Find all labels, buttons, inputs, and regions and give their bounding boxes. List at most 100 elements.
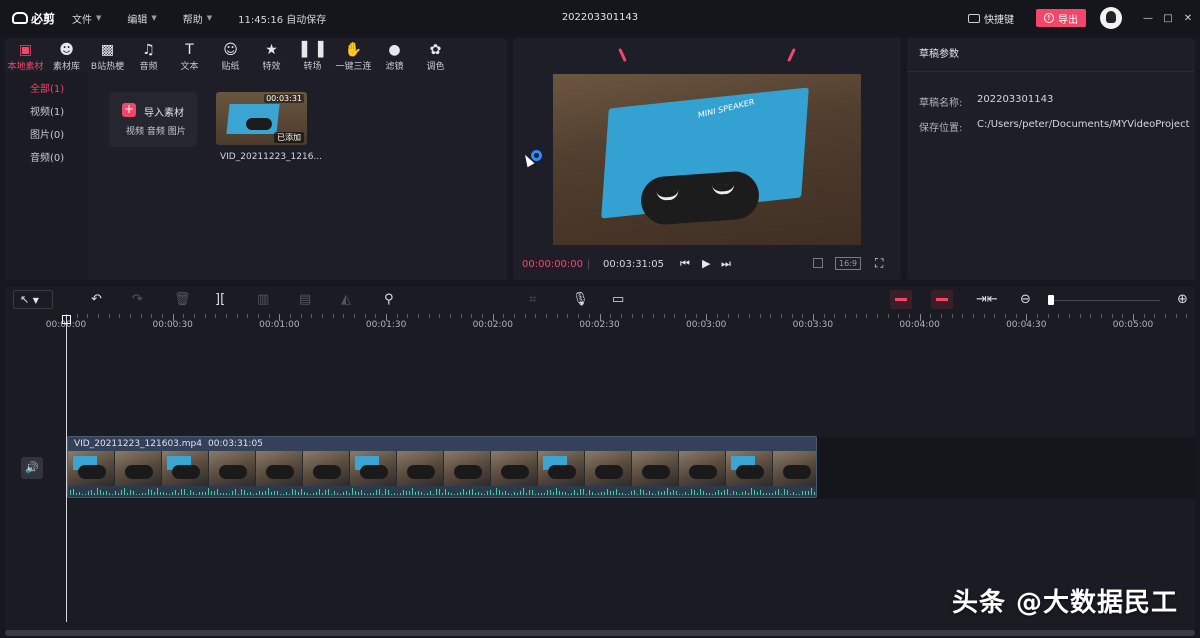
- ruler-tick: [258, 314, 260, 318]
- play-icon[interactable]: ▶: [702, 257, 710, 270]
- tool-effects[interactable]: ★ 特效: [251, 38, 292, 72]
- snap-toggle-button[interactable]: [890, 290, 912, 309]
- link-toggle-button[interactable]: [931, 290, 953, 309]
- ruler-tick: [1111, 314, 1113, 318]
- maximize-button[interactable]: □: [1160, 13, 1176, 24]
- waveform-bar: [76, 493, 77, 495]
- waveform-bar: [772, 493, 773, 495]
- next-frame-icon[interactable]: ⏭: [721, 257, 731, 271]
- select-tool-dropdown[interactable]: ↖ ▼: [13, 290, 53, 309]
- text-icon: T: [185, 42, 194, 58]
- pin-icon[interactable]: ⚲: [384, 292, 394, 308]
- tool-color-grade[interactable]: ✿ 调色: [415, 38, 456, 72]
- video-clip[interactable]: VID_20211223_121603.mp4 00:03:31:05: [67, 436, 817, 498]
- category-audio[interactable]: 音频(0): [5, 147, 88, 170]
- waveform-bar: [655, 493, 656, 495]
- fullscreen-icon[interactable]: ⛶: [875, 256, 883, 271]
- preview-video-canvas[interactable]: MINI SPEAKER: [553, 74, 861, 245]
- waveform-bar: [745, 491, 746, 495]
- waveform-bar: [619, 492, 620, 495]
- camera-record-icon[interactable]: ▭: [612, 292, 624, 308]
- redo-icon[interactable]: ↷: [132, 292, 143, 308]
- auto-caption-icon[interactable]: ⌗: [529, 292, 536, 308]
- microphone-icon[interactable]: 🎙: [572, 292, 589, 308]
- ruler-tick: [76, 314, 78, 318]
- waveform-bar: [577, 493, 578, 495]
- zoom-slider-track[interactable]: [1050, 300, 1160, 301]
- waveform-bar: [247, 493, 248, 495]
- title-bar-actions: 快捷键 ↑ 导出 — □ ✕: [968, 0, 1200, 36]
- freeze-frame-icon[interactable]: ▥: [257, 292, 269, 308]
- tool-triple-like[interactable]: ✋ 一键三连: [333, 38, 374, 72]
- timeline-horizontal-scrollbar[interactable]: [5, 630, 1195, 636]
- current-time: 00:00:00:00: [522, 259, 584, 270]
- time-ruler[interactable]: 00:00:0000:00:3000:01:0000:01:3000:02:00…: [5, 314, 1195, 332]
- previous-frame-icon[interactable]: ⏮: [680, 257, 690, 271]
- menu-file[interactable]: 文件 ▼: [72, 11, 101, 26]
- tool-filter[interactable]: ● 滤镜: [374, 38, 415, 72]
- tool-transition[interactable]: ▌▐ 转场: [292, 38, 333, 72]
- waveform-bar: [103, 492, 104, 495]
- split-icon[interactable]: ][: [215, 292, 225, 308]
- ruler-tick: [290, 314, 292, 318]
- tool-sticker[interactable]: ☺ 贴纸: [210, 38, 251, 72]
- waveform-bar: [562, 492, 563, 495]
- tool-local-media[interactable]: ▣ 本地素材: [5, 38, 46, 72]
- waveform-bar: [805, 491, 806, 495]
- minimize-button[interactable]: —: [1140, 13, 1156, 24]
- waveform-bar: [592, 491, 593, 495]
- category-all[interactable]: 全部(1): [5, 78, 88, 101]
- menu-help[interactable]: 帮助 ▼: [183, 11, 212, 26]
- undo-icon[interactable]: ↶: [91, 292, 102, 308]
- import-media-button[interactable]: + 导入素材 视频 音频 图片: [109, 92, 197, 147]
- aspect-ratio-button[interactable]: 16:9: [835, 257, 861, 270]
- zoom-in-icon[interactable]: ⊕: [1177, 292, 1188, 308]
- ruler-tick: [823, 314, 825, 318]
- chevron-down-icon: ▼: [206, 14, 213, 22]
- tool-bilibili-memes[interactable]: ▩ B站热梗: [87, 38, 128, 72]
- waveform-bar: [394, 492, 395, 495]
- delete-icon[interactable]: 🗑: [174, 292, 191, 308]
- ruler-tick: [994, 314, 996, 318]
- tool-library[interactable]: ☻ 素材库: [46, 38, 87, 72]
- ruler-tick: [695, 314, 697, 318]
- ruler-tick: [599, 314, 601, 321]
- menu-edit[interactable]: 编辑 ▼: [127, 11, 156, 26]
- tool-audio[interactable]: ♫ 音频: [128, 38, 169, 72]
- zoom-slider-handle[interactable]: [1048, 295, 1054, 305]
- clip-frame: [256, 451, 303, 486]
- mirror-icon[interactable]: ◭: [341, 292, 351, 308]
- music-note-icon: ♫: [142, 42, 155, 58]
- replace-icon[interactable]: ▤: [299, 292, 311, 308]
- media-thumbnail[interactable]: 00:03:31 已添加: [216, 92, 307, 145]
- category-image[interactable]: 图片(0): [5, 124, 88, 147]
- zoom-out-icon[interactable]: ⊖: [1020, 292, 1031, 308]
- category-video[interactable]: 视频(1): [5, 101, 88, 124]
- track-volume-icon[interactable]: 🔊: [21, 457, 43, 479]
- ruler-tick: [524, 314, 526, 318]
- close-button[interactable]: ✕: [1180, 13, 1196, 24]
- media-added-badge: 已添加: [274, 132, 304, 143]
- fit-timeline-icon[interactable]: ⇥⇤: [976, 292, 998, 308]
- clip-duration: 00:03:31:05: [208, 439, 263, 449]
- clip-frame: [491, 451, 538, 486]
- ruler-tick: [759, 314, 761, 318]
- waveform-bar: [622, 492, 623, 495]
- media-toolbar: ▣ 本地素材 ☻ 素材库 ▩ B站热梗 ♫ 音频 T 文本 ☺ 贴纸 ★ 特效 ▌▐ 转场 ✋ 一…: [5, 38, 507, 72]
- waveform-bar: [559, 491, 560, 495]
- waveform-bar: [730, 493, 731, 495]
- ruler-tick: [471, 314, 473, 318]
- crop-icon[interactable]: [813, 258, 823, 268]
- user-avatar[interactable]: [1100, 7, 1122, 29]
- waveform-bar: [637, 493, 638, 495]
- export-button[interactable]: ↑ 导出: [1036, 9, 1086, 27]
- playhead-handle[interactable]: [62, 315, 71, 324]
- tool-text[interactable]: T 文本: [169, 38, 210, 72]
- ruler-label: 00:02:00: [472, 320, 514, 330]
- waveform-bar: [718, 489, 719, 495]
- playhead[interactable]: [66, 316, 67, 622]
- waveform-bar: [697, 492, 698, 495]
- waveform-bar: [391, 493, 392, 495]
- ruler-tick: [396, 314, 398, 318]
- shortcut-button[interactable]: 快捷键: [968, 11, 1014, 26]
